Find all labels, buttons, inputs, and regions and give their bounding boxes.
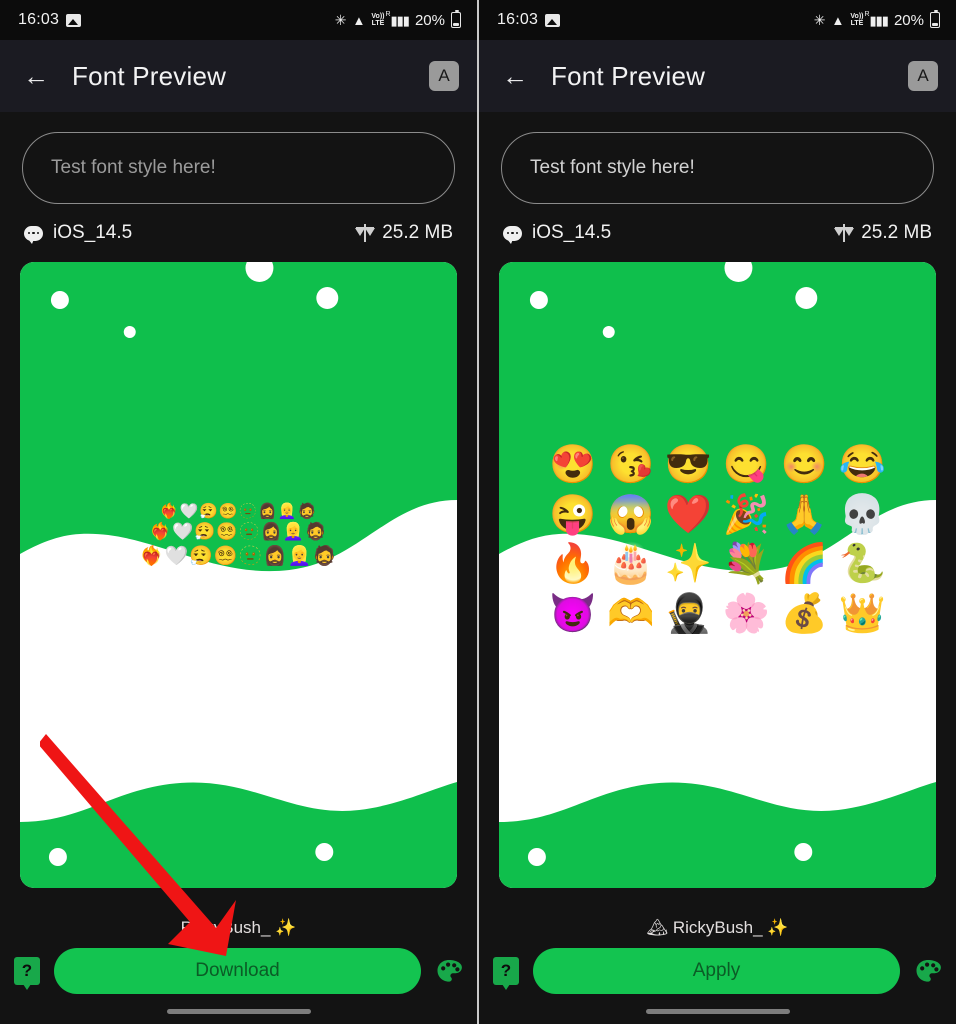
status-bar: 16:03 ✳ ▲ Vo)) LTE R ▮▮▮ 20% [479, 0, 956, 40]
font-meta-row: iOS_14.5 25.2 MB [501, 222, 934, 244]
comparison-screenshot: 16:03 ✳ ▲ Vo)) LTE R ▮▮▮ 20% ← Font Previe… [0, 0, 956, 1024]
back-arrow-icon[interactable]: ← [501, 63, 529, 89]
emoji-row: ❤️‍🔥🤍😮‍💨😵‍💫🫥🧔‍♀️👱‍♀️🧔 [149, 522, 328, 541]
bottom-action-bar: ? Download [0, 948, 477, 994]
signal-bars-icon: R ▮▮▮ [864, 10, 889, 28]
back-arrow-icon[interactable]: ← [22, 63, 50, 89]
emoji-row: ❤️‍🔥🤍😮‍💨😵‍💫🫥🧔‍♀️👱‍♀️🧔 [159, 503, 318, 520]
help-question-icon[interactable]: ? [14, 957, 40, 990]
right-phone-panel: 16:03 ✳ ▲ Vo)) LTE R ▮▮▮ 20% ← Font Previe… [478, 0, 956, 1024]
font-meta-left: iOS_14.5 [503, 222, 611, 244]
battery-percent: 20% [893, 11, 924, 29]
status-bar-left: 16:03 [497, 11, 561, 29]
app-bar: ← Font Preview A [479, 40, 956, 112]
test-font-placeholder: Test font style here! [51, 157, 216, 178]
download-button[interactable]: Download [54, 948, 421, 994]
status-bar-right: ✳ ▲ Vo)) LTE R ▮▮▮ 20% [813, 10, 940, 29]
chat-bubble-icon [24, 225, 43, 244]
apply-button[interactable]: Apply [533, 948, 900, 994]
bluetooth-icon: ✳ [334, 12, 347, 28]
test-font-placeholder: Test font style here! [530, 157, 695, 178]
emoji-row: 😜 😱 ❤️ 🎉 🙏 💀 [549, 493, 886, 536]
navigation-pill [645, 1009, 790, 1014]
left-phone-panel: 16:03 ✳ ▲ Vo)) LTE R ▮▮▮ 20% ← Font Previe… [0, 0, 478, 1024]
emoji-preview-large: 😍 😘 😎 😋 😊 😂 😜 😱 ❤️ 🎉 🙏 💀 🔥 🎂 ✨ 💐 🌈 🐍 😈 🫶… [499, 444, 936, 637]
watermark-text: RickyBush_ ✨ [180, 918, 297, 937]
status-bar-right: ✳ ▲ Vo)) LTE R ▮▮▮ 20% [334, 10, 461, 29]
test-font-input[interactable]: Test font style here! [22, 132, 455, 204]
status-clock: 16:03 [497, 11, 539, 28]
status-bar: 16:03 ✳ ▲ Vo)) LTE R ▮▮▮ 20% [0, 0, 477, 40]
volte-icon: Vo)) LTE [371, 13, 385, 27]
scale-balance-icon [355, 224, 376, 242]
test-font-input[interactable]: Test font style here! [501, 132, 934, 204]
font-preview-card: ❤️‍🔥🤍😮‍💨😵‍💫🫥🧔‍♀️👱‍♀️🧔 ❤️‍🔥🤍😮‍💨😵‍💫🫥🧔‍♀️👱‍… [20, 262, 457, 888]
help-question-icon[interactable]: ? [493, 957, 519, 990]
font-name-label: iOS_14.5 [53, 222, 133, 243]
font-name-label: iOS_14.5 [532, 222, 612, 243]
bottom-action-bar: ? Apply [479, 948, 956, 994]
wifi-icon: ▲ [352, 12, 366, 28]
wifi-icon: ▲ [831, 12, 845, 28]
scale-balance-icon [834, 224, 855, 242]
emoji-row: 😈 🫶 🥷 🌸 💰 👑 [549, 593, 886, 636]
chat-bubble-icon [503, 225, 522, 244]
font-file-size: 25.2 MB [861, 222, 932, 243]
emoji-row: ❤️‍🔥🤍😮‍💨😵‍💫🫥🧔‍♀️👱‍♀️🧔 [139, 546, 338, 567]
color-palette-icon[interactable] [435, 957, 463, 985]
signal-bars-icon: R ▮▮▮ [385, 10, 410, 28]
photo-icon [66, 13, 82, 27]
font-preview-card: 😍 😘 😎 😋 😊 😂 😜 😱 ❤️ 🎉 🙏 💀 🔥 🎂 ✨ 💐 🌈 🐍 😈 🫶… [499, 262, 936, 888]
card-wave-background [20, 262, 457, 888]
color-palette-icon[interactable] [914, 957, 942, 985]
navigation-pill [166, 1009, 311, 1014]
status-clock: 16:03 [18, 11, 60, 28]
panel-content: Test font style here! iOS_14.5 25.2 MB [0, 112, 477, 244]
font-meta-right: 25.2 MB [355, 222, 453, 244]
page-title: Font Preview [72, 60, 227, 91]
battery-percent: 20% [414, 11, 445, 29]
volte-icon: Vo)) LTE [850, 13, 864, 27]
emoji-row: 🔥 🎂 ✨ 💐 🌈 🐍 [549, 543, 886, 586]
font-size-button[interactable]: A [429, 61, 459, 91]
font-meta-row: iOS_14.5 25.2 MB [22, 222, 455, 244]
photo-icon [545, 13, 561, 27]
app-bar: ← Font Preview A [0, 40, 477, 112]
status-bar-left: 16:03 [18, 11, 82, 29]
emoji-preview-small: ❤️‍🔥🤍😮‍💨😵‍💫🫥🧔‍♀️👱‍♀️🧔 ❤️‍🔥🤍😮‍💨😵‍💫🫥🧔‍♀️👱‍… [20, 502, 457, 568]
watermark-text: 🏔 RickyBush_ ✨ [646, 918, 789, 937]
font-size-button[interactable]: A [908, 61, 938, 91]
emoji-row: 😍 😘 😎 😋 😊 😂 [549, 444, 886, 486]
panel-content: Test font style here! iOS_14.5 25.2 MB [479, 112, 956, 244]
font-meta-right: 25.2 MB [834, 222, 932, 244]
battery-icon [451, 10, 461, 28]
font-meta-left: iOS_14.5 [24, 222, 132, 244]
font-file-size: 25.2 MB [382, 222, 453, 243]
battery-icon [930, 10, 940, 28]
bluetooth-icon: ✳ [813, 12, 826, 28]
page-title: Font Preview [551, 60, 706, 91]
